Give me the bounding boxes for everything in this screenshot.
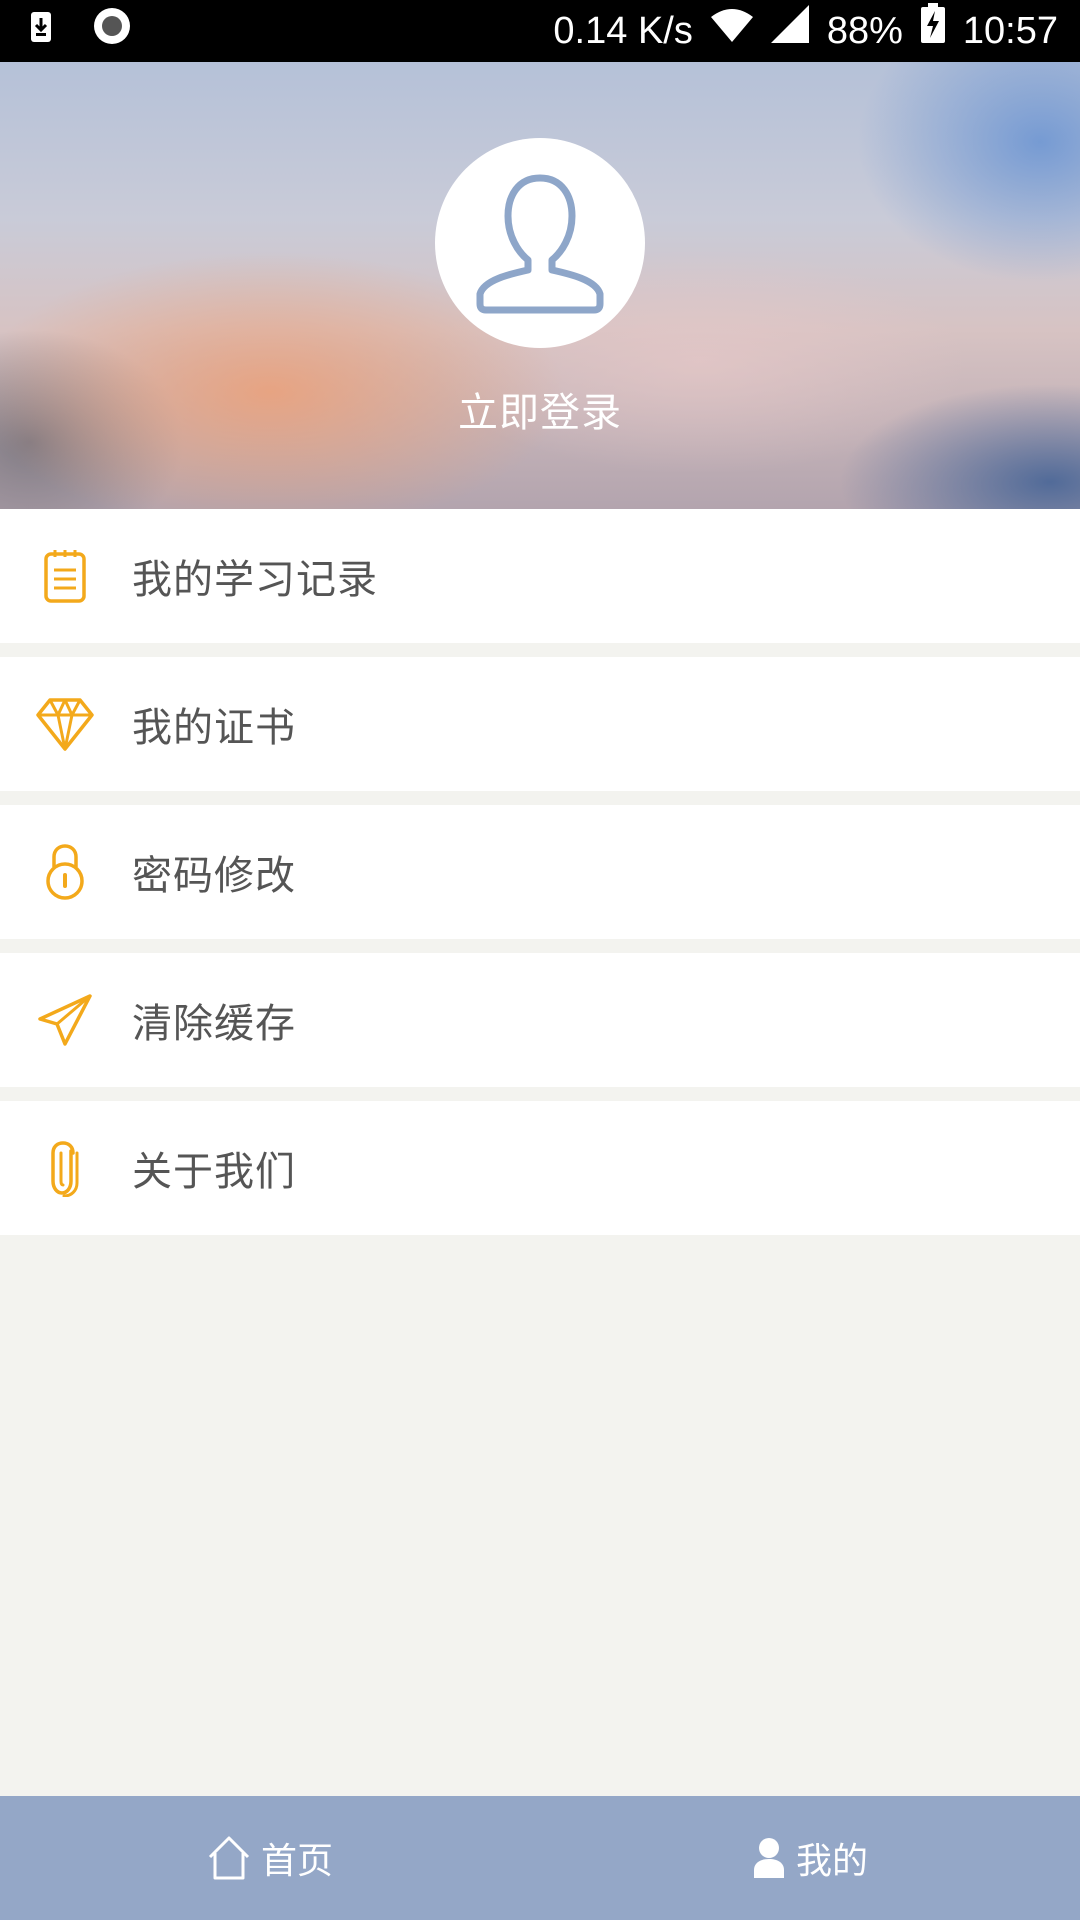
download-icon	[30, 10, 52, 53]
menu-item-about-us[interactable]: 关于我们	[0, 1101, 1080, 1235]
menu-item-clear-cache[interactable]: 清除缓存	[0, 953, 1080, 1087]
menu-list: 我的学习记录 我的证书 密码修改 清除缓存 关于我们	[0, 509, 1080, 1249]
wifi-icon	[710, 0, 753, 62]
paperclip-icon	[30, 1133, 100, 1203]
bottom-nav: 首页 我的	[0, 1796, 1080, 1920]
profile-header: 立即登录	[0, 62, 1080, 509]
user-icon	[752, 1836, 786, 1880]
status-bar: 0.14 K/s 88% 10:57	[0, 0, 1080, 62]
menu-item-label: 我的证书	[132, 705, 296, 751]
menu-item-change-password[interactable]: 密码修改	[0, 805, 1080, 939]
lock-icon	[30, 837, 100, 907]
paper-plane-icon	[30, 985, 100, 1055]
login-link[interactable]: 立即登录	[0, 380, 1080, 438]
menu-item-label: 关于我们	[132, 1149, 296, 1195]
tab-mine-label: 我的	[795, 1841, 868, 1882]
tab-mine[interactable]: 我的	[540, 1796, 1080, 1920]
battery-text: 88%	[826, 10, 903, 52]
tab-home-label: 首页	[260, 1841, 333, 1882]
menu-item-certificate[interactable]: 我的证书	[0, 657, 1080, 791]
signal-icon	[770, 0, 809, 62]
user-avatar-icon	[476, 174, 604, 314]
menu-item-study-record[interactable]: 我的学习记录	[0, 509, 1080, 643]
net-speed: 0.14 K/s	[553, 10, 693, 52]
menu-item-label: 清除缓存	[132, 1001, 296, 1047]
avatar[interactable]	[435, 138, 645, 348]
clock: 10:57	[962, 10, 1058, 52]
home-icon	[207, 1835, 251, 1881]
battery-charging-icon	[920, 0, 945, 62]
menu-item-label: 我的学习记录	[132, 557, 378, 603]
tab-home[interactable]: 首页	[0, 1796, 540, 1920]
record-icon	[92, 6, 132, 56]
diamond-icon	[30, 689, 100, 759]
menu-item-label: 密码修改	[132, 853, 296, 899]
clipboard-icon	[30, 541, 100, 611]
